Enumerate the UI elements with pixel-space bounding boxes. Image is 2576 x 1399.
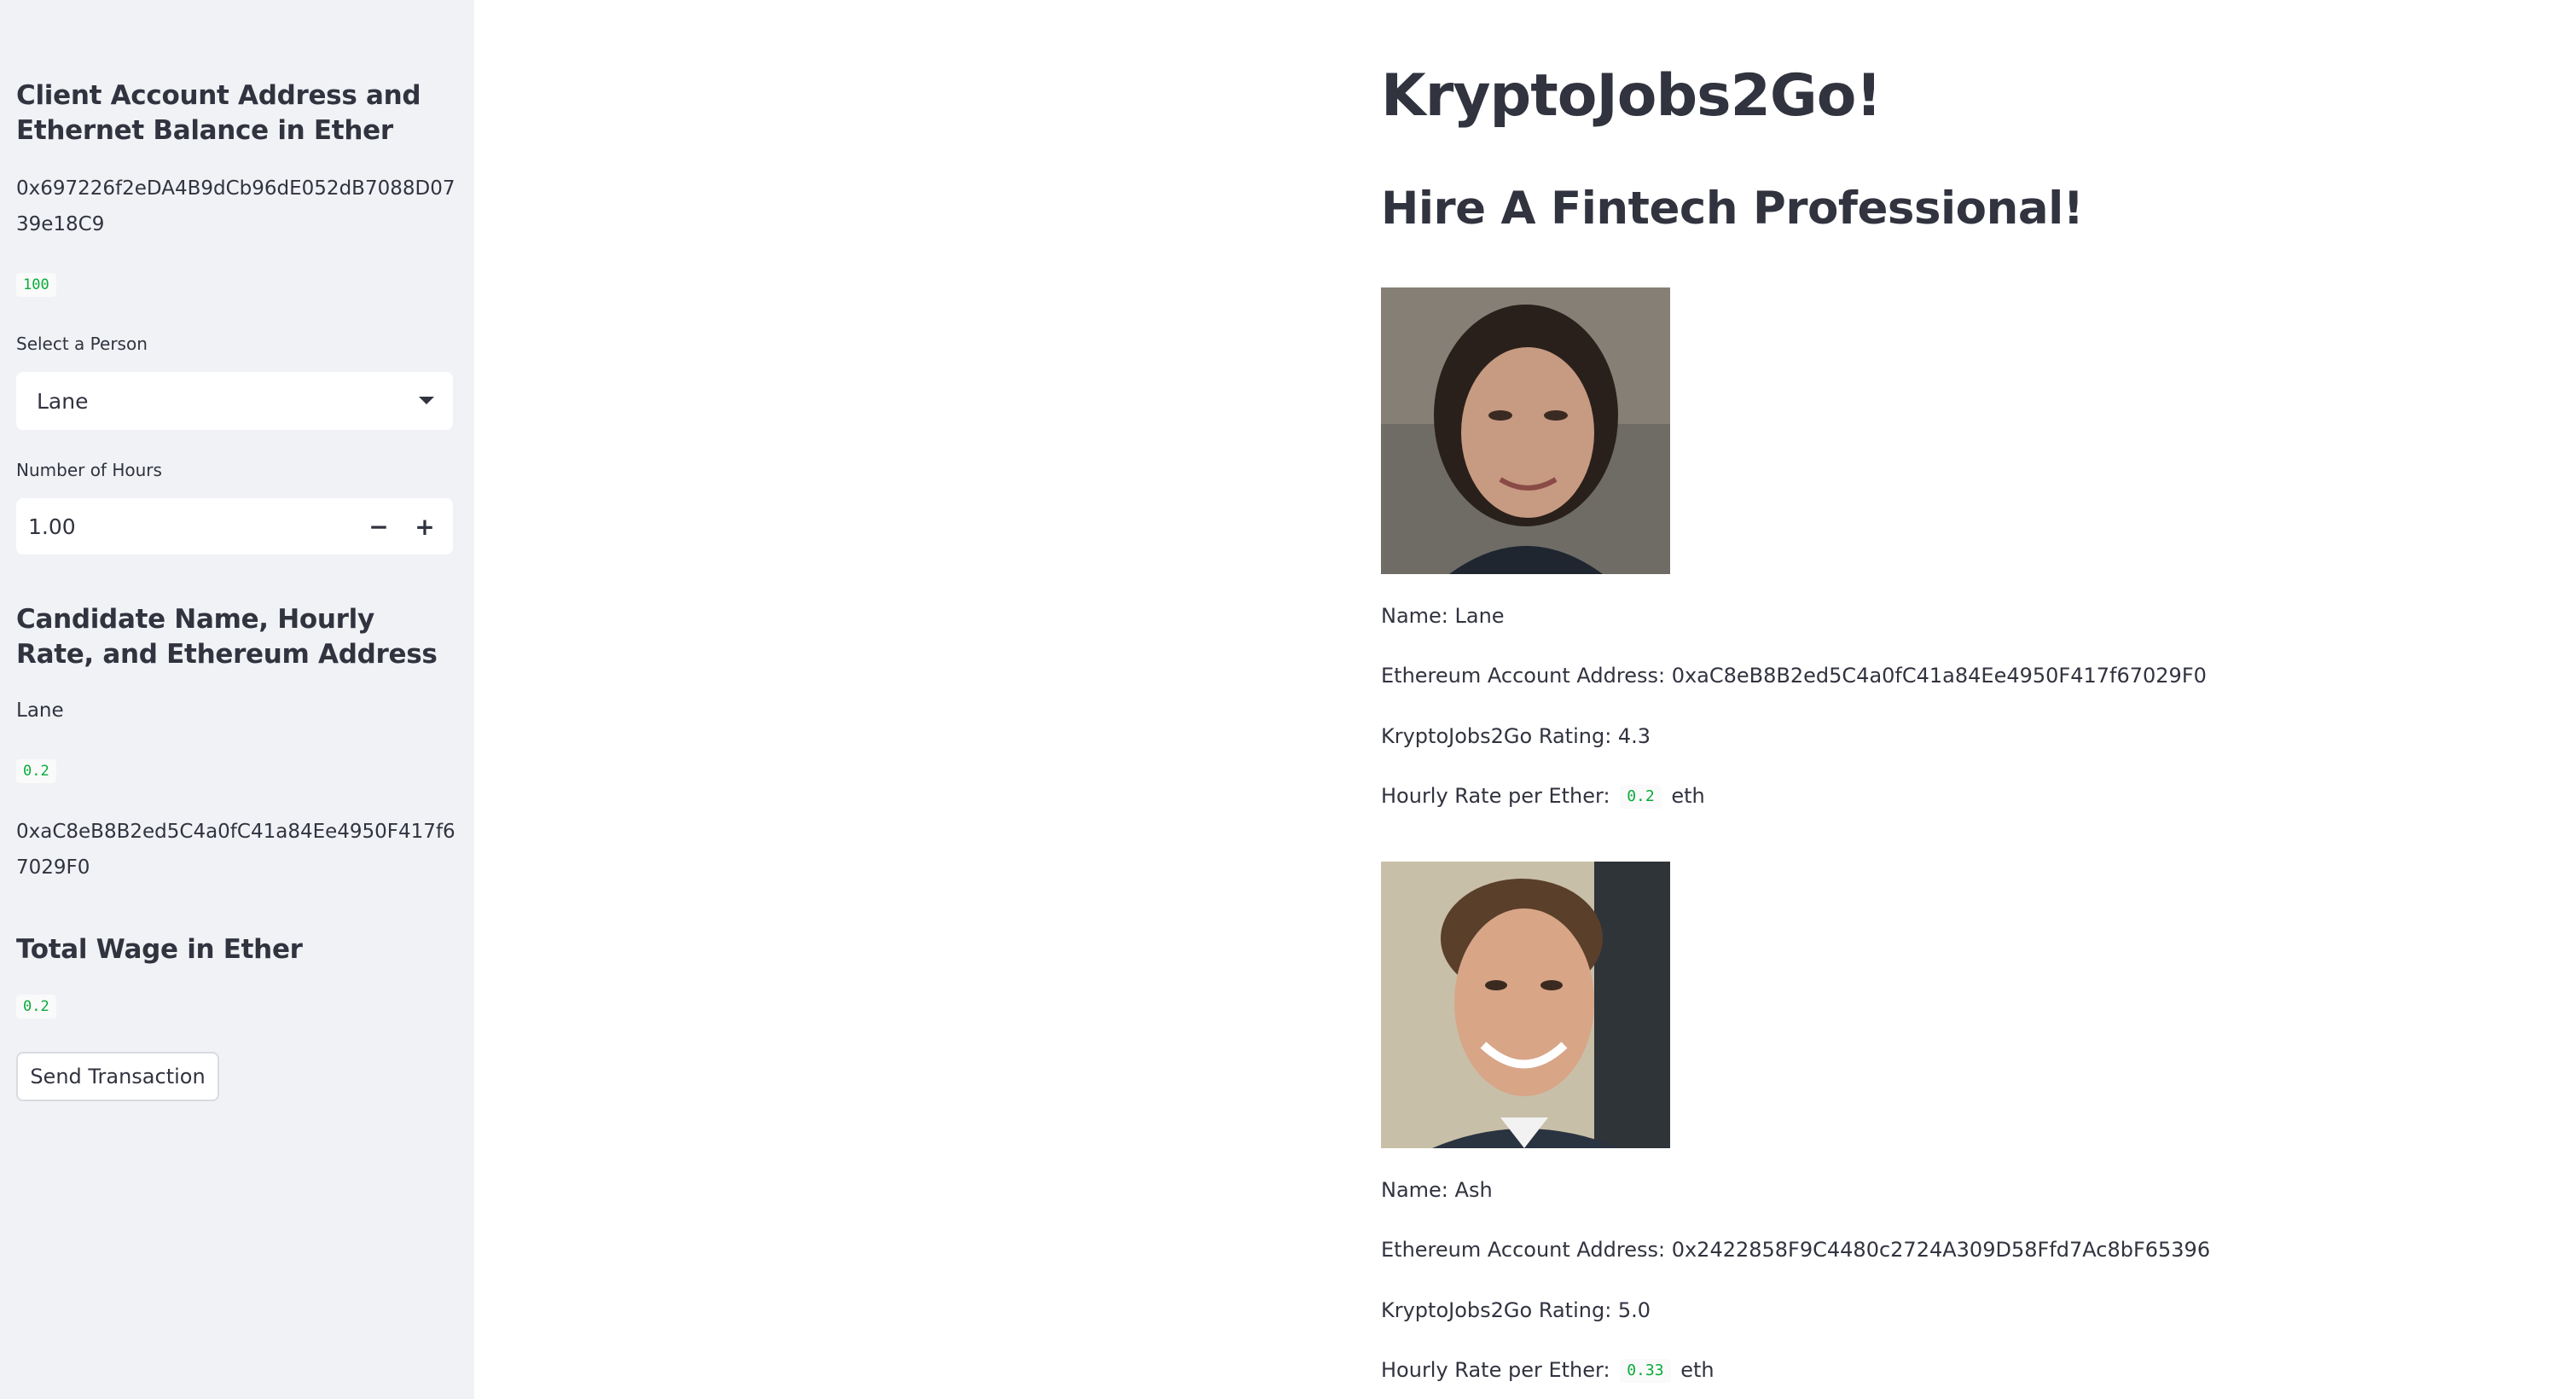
hours-number-input[interactable]: 1.00 − + [16,498,453,554]
candidate-name-line: Name: Ash [1381,1178,1493,1202]
decrement-button[interactable]: − [356,498,402,554]
candidate-photo-lane [1381,287,1670,574]
candidate-photo-ash [1381,862,1670,1148]
increment-button[interactable]: + [402,498,448,554]
candidate-address-line: Ethereum Account Address: 0xaC8eB8B2ed5C… [1381,664,2207,688]
rate-value: 0.2 [1620,785,1662,809]
candidate-name-line: Name: Lane [1381,604,1505,628]
select-person-label: Select a Person [16,334,148,354]
candidate-rate-line: Hourly Rate per Ether: 0.2 eth [1381,779,1705,813]
candidate-rating-line: KryptoJobs2Go Rating: 5.0 [1381,1298,1651,1322]
client-account-heading: Client Account Address and Ethernet Bala… [16,80,421,146]
candidate-address-line: Ethereum Account Address: 0x2422858F9C44… [1381,1238,2211,1262]
sidebar: Client Account Address and Ethernet Bala… [0,0,474,1399]
total-wage-heading: Total Wage in Ether [16,934,303,965]
client-balance: 100 [16,273,56,297]
candidate-name: Lane [16,700,64,722]
select-person-dropdown[interactable]: Lane [16,372,453,430]
candidate-rate: 0.2 [16,759,56,783]
hours-label: Number of Hours [16,460,162,480]
rate-prefix: Hourly Rate per Ether: [1381,1358,1610,1382]
total-wage-value: 0.2 [16,995,56,1019]
rate-unit: eth [1680,1358,1714,1382]
hours-value[interactable]: 1.00 [28,514,76,539]
chevron-down-icon [419,397,434,404]
client-address: 0x697226f2eDA4B9dCb96dE052dB7088D0739e18… [16,177,455,235]
candidate-heading: Candidate Name, Hourly Rate, and Ethereu… [16,604,438,670]
candidate-rate-line: Hourly Rate per Ether: 0.33 eth [1381,1353,1714,1387]
rate-value: 0.33 [1620,1359,1671,1383]
rate-prefix: Hourly Rate per Ether: [1381,784,1610,808]
page-title: KryptoJobs2Go! [1381,62,1882,130]
send-transaction-button[interactable]: Send Transaction [16,1052,219,1101]
candidate-address: 0xaC8eB8B2ed5C4a0fC41a84Ee4950F417f67029… [16,821,455,879]
rate-unit: eth [1671,784,1705,808]
candidate-rating-line: KryptoJobs2Go Rating: 4.3 [1381,724,1651,748]
page-subtitle: Hire A Fintech Professional! [1381,183,2084,235]
select-person-value: Lane [37,388,89,414]
